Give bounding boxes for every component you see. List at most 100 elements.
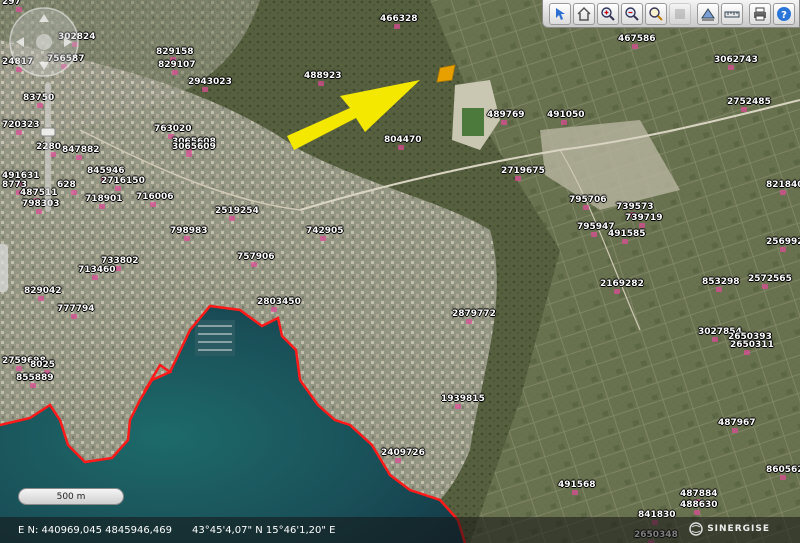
parcel-marker (30, 383, 36, 388)
parcel-marker (76, 155, 82, 160)
parcel-label[interactable]: 757906 (237, 253, 275, 262)
parcel-marker (186, 152, 192, 157)
identify-button[interactable] (549, 2, 571, 25)
parcel-marker (732, 428, 738, 433)
parcel-label[interactable]: 2879772 (452, 310, 496, 319)
zoom-in-icon (601, 6, 615, 21)
parcel-label[interactable]: 487967 (718, 419, 756, 428)
parcel-label[interactable]: 466328 (380, 15, 418, 24)
parcel-label[interactable]: 763020 (154, 125, 192, 134)
parcel-label[interactable]: 491568 (558, 481, 596, 490)
measure-distance-icon (724, 11, 740, 17)
parcel-marker (251, 262, 257, 267)
parcel-label[interactable]: 487884 (680, 490, 718, 499)
help-button[interactable]: ? (773, 2, 795, 25)
parcel-label[interactable]: 853298 (702, 278, 740, 287)
pan-navigation-control[interactable] (3, 4, 85, 82)
parcel-label[interactable]: 845946 (87, 167, 125, 176)
parcel-label[interactable]: 2572565 (748, 275, 792, 284)
parcel-marker (466, 319, 472, 324)
parcel-label[interactable]: 3065609 (172, 143, 216, 152)
parcel-label[interactable]: 489769 (487, 111, 525, 120)
scale-bar: 500 m (18, 488, 124, 505)
parcel-label[interactable]: 739573 (616, 203, 654, 212)
parcel-label[interactable]: 2519254 (215, 207, 259, 216)
parcel-label[interactable]: 488630 (680, 501, 718, 510)
parcel-label[interactable]: 1939815 (441, 395, 485, 404)
brand-name: SINERGISE (707, 524, 770, 534)
parcel-marker (561, 120, 567, 125)
parcel-label[interactable]: 821840 (766, 181, 800, 190)
projected-coordinates: E N: 440969,045 4845946,469 (18, 525, 172, 536)
parcel-label[interactable]: 2650311 (730, 341, 774, 350)
parcel-label[interactable]: 488923 (304, 72, 342, 81)
home-extent-button[interactable] (573, 2, 595, 25)
parcel-label[interactable]: 777794 (57, 305, 95, 314)
parcel-label[interactable]: 716006 (136, 193, 174, 202)
parcel-label[interactable]: 718901 (85, 195, 123, 204)
measure-area-button[interactable] (697, 2, 719, 25)
parcel-label[interactable]: 491050 (547, 111, 585, 120)
parcel-label[interactable]: 855889 (16, 374, 54, 383)
scale-label: 500 m (56, 491, 86, 502)
parcel-label[interactable]: 739719 (625, 214, 663, 223)
parcel-marker (716, 287, 722, 292)
parcel-marker (202, 87, 208, 92)
parcel-label[interactable]: 3062743 (714, 56, 758, 65)
parcel-marker (515, 176, 521, 181)
status-bar: E N: 440969,045 4845946,469 43°45'4,07" … (0, 517, 800, 543)
geographic-coordinates: 43°45'4,07" N 15°46'1,20" E (192, 525, 336, 536)
parcel-label[interactable]: 795706 (569, 196, 607, 205)
parcel-marker (501, 120, 507, 125)
parcel-label[interactable]: 2409726 (381, 449, 425, 458)
parcel-marker (71, 314, 77, 319)
parcel-label[interactable]: 2943023 (188, 78, 232, 87)
disabled-tool-icon (675, 8, 685, 19)
parcel-marker (591, 232, 597, 237)
parcel-marker (639, 223, 645, 228)
parcel-label[interactable]: 713460 (78, 266, 116, 275)
measure-distance-button[interactable] (721, 2, 743, 25)
parcel-label[interactable]: 804470 (384, 136, 422, 145)
zoom-slider[interactable] (39, 82, 57, 212)
parcel-marker (398, 145, 404, 150)
parcel-marker (694, 510, 700, 515)
parcel-label[interactable]: 742905 (306, 227, 344, 236)
zoom-in-button[interactable] (597, 2, 619, 25)
parcel-label[interactable]: 2752485 (727, 98, 771, 107)
zoom-out-button[interactable] (621, 2, 643, 25)
parcel-marker (583, 205, 589, 210)
parcel-marker (92, 275, 98, 280)
parcel-marker (16, 366, 22, 371)
parcel-label[interactable]: 8025 (30, 361, 55, 370)
parcel-label[interactable]: 2716150 (101, 177, 145, 186)
parcel-label[interactable]: 491585 (608, 230, 646, 239)
svg-text:?: ? (781, 10, 787, 21)
parcel-label[interactable]: 860562 (766, 466, 800, 475)
help-icon: ? (777, 6, 791, 21)
parcel-label[interactable]: 2803450 (257, 298, 301, 307)
sinergise-logo-icon (689, 522, 703, 536)
parcel-label[interactable]: 467586 (618, 35, 656, 44)
pan-button[interactable] (645, 2, 667, 25)
parcel-label[interactable]: 2169282 (600, 280, 644, 289)
parcel-label[interactable]: 628 (57, 181, 76, 190)
pan-icon (649, 6, 663, 21)
parcel-label[interactable]: 847882 (62, 146, 100, 155)
parcel-marker (762, 284, 768, 289)
parcel-label[interactable]: 720323 (2, 121, 40, 130)
parcel-label[interactable]: 2719675 (501, 167, 545, 176)
print-icon (754, 7, 766, 20)
parcel-label[interactable]: 829042 (24, 287, 62, 296)
parcel-label[interactable]: 829107 (158, 61, 196, 70)
parcel-marker (394, 24, 400, 29)
side-panel-grip[interactable] (0, 244, 8, 292)
parcel-label[interactable]: 2569925 (766, 238, 800, 247)
parcel-marker (744, 350, 750, 355)
parcel-marker (229, 216, 235, 221)
parcel-marker (712, 337, 718, 342)
parcel-label[interactable]: 798983 (170, 227, 208, 236)
print-button[interactable] (749, 2, 771, 25)
identify-icon (556, 7, 565, 20)
parcel-label[interactable]: 829158 (156, 48, 194, 57)
